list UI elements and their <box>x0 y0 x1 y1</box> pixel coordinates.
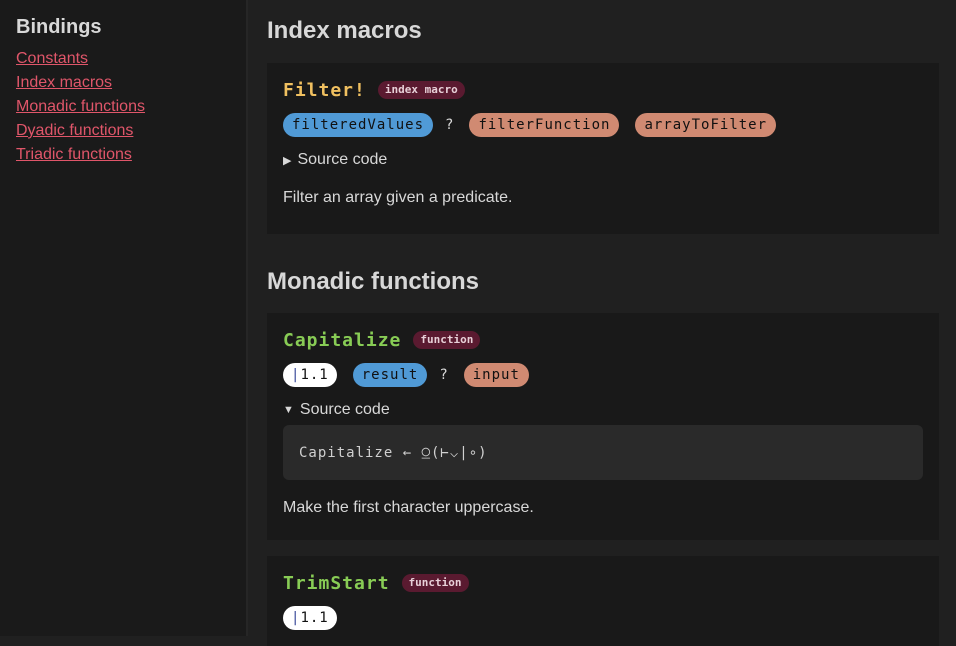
version-badge: |1.1 <box>283 363 337 387</box>
section-title-monadic-functions: Monadic functions <box>267 268 479 295</box>
input-pill: input <box>463 363 529 387</box>
sidebar: Bindings Constants Index macros Monadic … <box>0 0 248 636</box>
kind-badge: function <box>413 331 481 349</box>
source-code-toggle[interactable]: ▼ Source code <box>283 401 923 419</box>
input-pill: filterFunction <box>469 113 620 137</box>
sidebar-link-triadic-functions[interactable]: Triadic functions <box>16 143 230 167</box>
collapse-triangle-icon: ▼ <box>283 404 294 416</box>
binding-card-capitalize: Capitalize function |1.1 result ? input … <box>267 313 939 540</box>
version-badge: |1.1 <box>283 606 337 630</box>
signature-separator: ? <box>445 117 454 133</box>
binding-description: Make the first character uppercase. <box>283 499 534 516</box>
binding-card-trimstart: TrimStart function |1.1 <box>267 556 939 646</box>
binding-description: Filter an array given a predicate. <box>283 189 513 206</box>
sidebar-link-monadic-functions[interactable]: Monadic functions <box>16 95 230 119</box>
sidebar-link-constants[interactable]: Constants <box>16 47 230 71</box>
source-code-label: Source code <box>297 151 388 168</box>
binding-name: Filter! <box>283 79 366 101</box>
kind-badge: index macro <box>377 81 465 99</box>
kind-badge: function <box>401 574 469 592</box>
sidebar-link-index-macros[interactable]: Index macros <box>16 71 230 95</box>
source-code-label: Source code <box>299 401 390 418</box>
input-pill: arrayToFilter <box>635 113 777 137</box>
section-title-index-macros: Index macros <box>267 17 422 44</box>
binding-name: Capitalize <box>283 329 402 351</box>
binding-card-filter: Filter! index macro filteredValues ? fil… <box>267 63 939 234</box>
sidebar-link-dyadic-functions[interactable]: Dyadic functions <box>16 119 230 143</box>
source-code-toggle[interactable]: ▶ Source code <box>283 151 923 169</box>
expand-triangle-icon: ▶ <box>283 154 292 167</box>
source-code-block: Capitalize ← ⍜(⊢⌵|∘) <box>283 425 923 480</box>
signature-separator: ? <box>439 367 448 383</box>
output-pill: result <box>352 363 428 387</box>
output-pill: filteredValues <box>283 113 434 137</box>
binding-name: TrimStart <box>283 572 390 594</box>
sidebar-title: Bindings <box>16 16 102 38</box>
